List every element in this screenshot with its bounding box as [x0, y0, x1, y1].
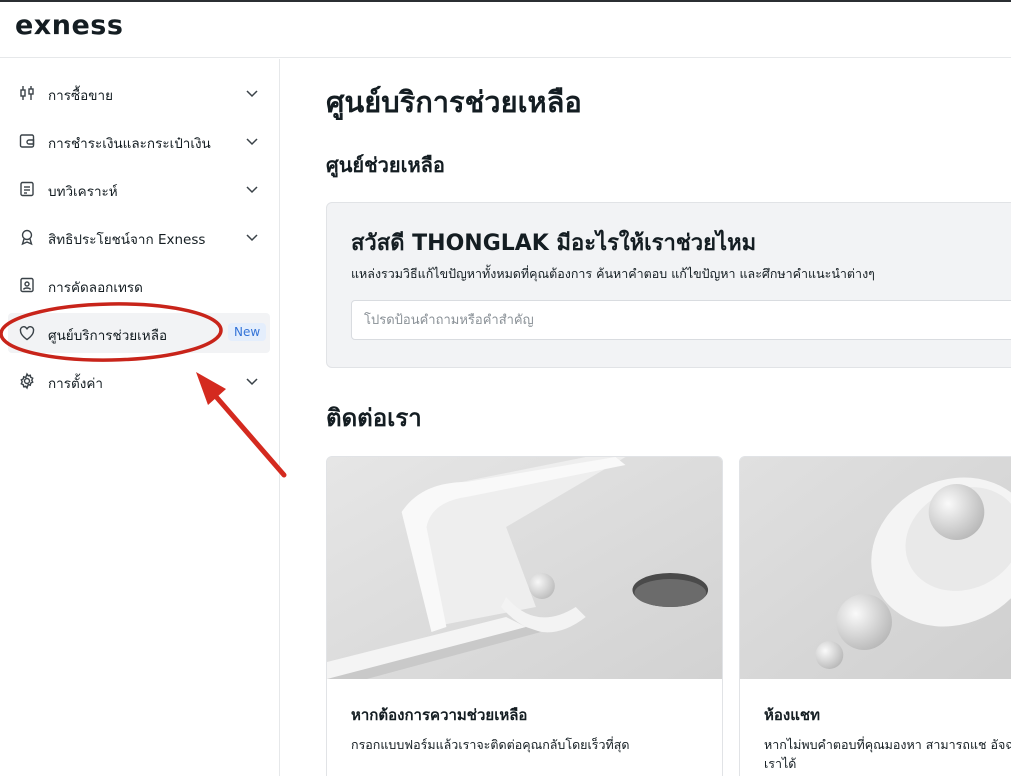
exness-logo[interactable]: exness	[15, 10, 123, 41]
help-section-title: ศูนย์ช่วยเหลือ	[326, 153, 445, 177]
chevron-down-icon[interactable]	[244, 181, 260, 197]
copy-trade-icon	[20, 277, 34, 293]
sidebar-item-label: ศูนย์บริการช่วยเหลือ	[48, 328, 168, 344]
card-description: กรอกแบบฟอร์มแล้วเราจะติดต่อคุณกลับโดยเร็…	[351, 737, 630, 752]
sidebar-item-settings[interactable]: การตั้งค่า	[8, 361, 270, 401]
help-subtitle: แหล่งรวมวิธีแก้ไขปัญหาทั้งหมดที่คุณต้องก…	[351, 266, 875, 281]
heart-icon	[19, 326, 35, 341]
sidebar-item-label: สิทธิประโยชน์จาก Exness	[48, 232, 206, 248]
sidebar-item-trading[interactable]: การซื้อขาย	[8, 73, 270, 113]
contact-card-chat[interactable]: ห้องแชท หากไม่พบคำตอบที่คุณมองหา สามารถแ…	[739, 456, 1011, 776]
chevron-down-icon[interactable]	[244, 373, 260, 389]
header: exness	[0, 2, 1011, 58]
card-title: หากต้องการความช่วยเหลือ	[351, 706, 528, 724]
candlestick-icon	[20, 86, 34, 100]
card-description: หากไม่พบคำตอบที่คุณมองหา สามารถแช อัจฉริ…	[764, 737, 1011, 771]
sidebar: การซื้อขาย การชำระเงินและกระเป๋าเงิน บทว…	[0, 59, 280, 776]
sidebar-item-label: การชำระเงินและกระเป๋าเงิน	[48, 136, 211, 152]
wallet-icon	[19, 134, 35, 148]
sidebar-item-help-center[interactable]: ศูนย์บริการช่วยเหลือ New	[8, 313, 270, 353]
chevron-down-icon[interactable]	[244, 85, 260, 101]
search-input[interactable]	[351, 300, 1011, 340]
sidebar-item-label: บทวิเคราะห์	[48, 184, 118, 200]
chevron-down-icon[interactable]	[244, 229, 260, 245]
page-title: ศูนย์บริการช่วยเหลือ	[326, 85, 582, 119]
sidebar-item-analytics[interactable]: บทวิเคราะห์	[8, 169, 270, 209]
contact-section-title: ติดต่อเรา	[326, 404, 422, 432]
chevron-down-icon[interactable]	[244, 133, 260, 149]
gear-icon	[20, 372, 34, 390]
help-search-panel: สวัสดี THONGLAK มีอะไรให้เราช่วยไหม แหล่…	[326, 202, 1011, 368]
sidebar-item-copy-trading[interactable]: การคัดลอกเทรด	[8, 265, 270, 305]
greeting: สวัสดี THONGLAK มีอะไรให้เราช่วยไหม	[351, 231, 757, 256]
main-content: ศูนย์บริการช่วยเหลือ ศูนย์ช่วยเหลือ สวัส…	[281, 59, 1011, 776]
sidebar-item-benefits[interactable]: สิทธิประโยชน์จาก Exness	[8, 217, 270, 257]
card-illustration	[327, 457, 722, 679]
card-title: ห้องแชท	[764, 706, 820, 724]
analytics-icon	[20, 181, 34, 197]
sidebar-item-label: การคัดลอกเทรด	[48, 280, 143, 296]
card-illustration	[740, 457, 1011, 679]
sidebar-item-payments[interactable]: การชำระเงินและกระเป๋าเงิน	[8, 121, 270, 161]
contact-card-support[interactable]: หากต้องการความช่วยเหลือ กรอกแบบฟอร์มแล้ว…	[326, 456, 723, 776]
award-icon	[21, 229, 33, 246]
new-badge: New	[228, 323, 267, 341]
sidebar-item-label: การตั้งค่า	[48, 376, 103, 392]
sidebar-item-label: การซื้อขาย	[48, 88, 113, 104]
